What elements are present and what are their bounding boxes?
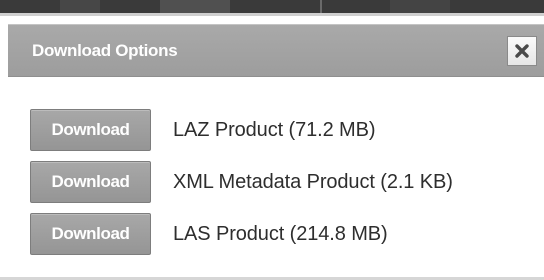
product-label-laz: LAZ Product (71.2 MB) [173,118,376,141]
download-row-laz: Download LAZ Product (71.2 MB) [30,108,453,152]
download-button-xml[interactable]: Download [30,161,151,203]
download-button-laz[interactable]: Download [30,109,151,151]
close-button[interactable] [507,36,537,66]
background-map-strip [0,0,544,16]
download-button-las[interactable]: Download [30,213,151,255]
page: Download Options Download LAZ Product (7… [0,0,544,280]
product-label-las: LAS Product (214.8 MB) [173,222,388,245]
product-label-xml: XML Metadata Product (2.1 KB) [173,170,453,193]
close-x-icon [515,44,529,58]
download-row-xml: Download XML Metadata Product (2.1 KB) [30,160,453,204]
download-list: Download LAZ Product (71.2 MB) Download … [30,108,453,264]
dialog-titlebar[interactable]: Download Options [8,24,544,77]
download-options-dialog: Download Options Download LAZ Product (7… [8,22,544,280]
dialog-title: Download Options [32,41,178,60]
download-row-las: Download LAS Product (214.8 MB) [30,212,453,256]
